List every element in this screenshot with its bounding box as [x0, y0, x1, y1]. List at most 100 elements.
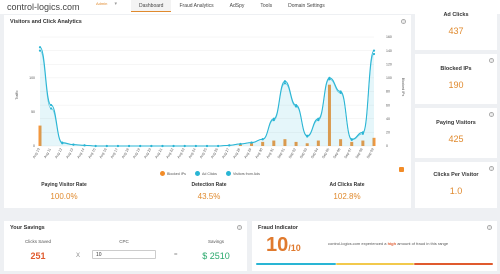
data-point: [50, 104, 53, 107]
legend-label: Ad Clicks: [201, 171, 217, 176]
left-axis-title: Traffic: [15, 90, 19, 100]
data-point: [172, 144, 175, 148]
data-point: [38, 46, 42, 49]
nav-item-adspy[interactable]: AdSpy: [222, 0, 253, 12]
legend-dot: [225, 171, 231, 176]
x-tick-label: Aug 26: [210, 147, 219, 159]
data-point: [161, 144, 164, 148]
right-tick-label: 120: [386, 62, 392, 66]
data-point: [105, 144, 108, 148]
stat-label: Paying Visitor Rate: [41, 182, 87, 188]
help-icon[interactable]: ?: [489, 166, 494, 171]
x-tick-label: Sep 05: [321, 147, 330, 159]
fraud-score-max: /10: [288, 243, 301, 253]
data-point: [283, 82, 287, 85]
x-tick-label: Sep 09: [366, 147, 375, 159]
legend-label: Blocked IPs: [167, 171, 186, 176]
data-point: [61, 142, 64, 145]
x-tick-label: Aug 22: [165, 147, 174, 159]
help-icon[interactable]: ?: [487, 225, 492, 230]
right-tick-label: 40: [386, 117, 390, 121]
nav-item-fraud-analytics[interactable]: Fraud Analytics: [171, 0, 221, 12]
multiply-sign: X: [76, 253, 81, 259]
nav-item-tools[interactable]: Tools: [252, 0, 280, 12]
data-point: [217, 144, 220, 148]
legend-item[interactable]: Visitors from Ads: [225, 171, 260, 176]
data-point: [328, 78, 331, 81]
stat-value: 100.0%: [50, 192, 78, 201]
legend-item[interactable]: Blocked IPs: [160, 171, 186, 176]
data-point: [372, 52, 376, 56]
side-card-value: 1.0: [449, 186, 463, 196]
x-tick-label: Sep 04: [310, 147, 319, 159]
right-tick-label: 80: [386, 90, 390, 94]
stat-label: Ad Clicks Rate: [329, 182, 365, 188]
clicks-saved-label: Clicks Saved: [24, 239, 51, 244]
paying-visitors-card: ? Paying Visitors 425: [415, 108, 497, 158]
x-tick-label: Aug 29: [243, 147, 252, 159]
data-point: [139, 144, 142, 148]
help-icon[interactable]: ?: [237, 225, 242, 230]
x-tick-label: Sep 03: [299, 147, 308, 159]
cpc-input[interactable]: [92, 250, 156, 259]
data-point: [194, 144, 197, 148]
clicks-per-visitor-card: ? Clicks Per Visitor 1.0: [415, 162, 497, 208]
x-tick-label: Aug 17: [110, 147, 119, 159]
data-point: [38, 49, 42, 52]
fraud-text-suffix: amount of fraud in this range: [397, 241, 449, 246]
detection-rate: Detection Rate 43.5%: [159, 182, 259, 201]
fraud-indicator-card: Fraud Indicator ? 10/10 control-logics.c…: [252, 221, 497, 271]
left-tick-label: 0: [33, 144, 35, 148]
blocked-ips-card: ? Blocked IPs 190: [415, 54, 497, 104]
right-tick-label: 20: [386, 131, 390, 135]
x-tick-label: Aug 12: [54, 147, 63, 159]
x-tick-label: Aug 27: [221, 147, 230, 159]
analytics-card: Visitors and Click Analytics ? 0 20 40 60 80…: [4, 15, 411, 208]
nav-item-dashboard[interactable]: Dashboard: [131, 0, 172, 12]
brand-logo[interactable]: control-logics.com: [7, 2, 80, 12]
main-nav: Dashboard Fraud Analytics AdSpy Tools Domain…: [131, 0, 333, 12]
right-tick-label: 60: [386, 103, 390, 107]
x-tick-label: Sep 06: [332, 147, 341, 159]
chart-legend: Blocked IPs Ad Clicks Visitors from Ads: [160, 171, 269, 176]
data-point: [272, 119, 275, 122]
ad-clicks-rate: Ad Clicks Rate 102.8%: [297, 182, 397, 201]
left-tick-label: 50: [31, 110, 35, 114]
nav-item-domain-settings[interactable]: Domain Settings: [280, 0, 333, 12]
side-card-label: Paying Visitors: [436, 120, 476, 126]
fraud-gauge-high: [414, 263, 493, 265]
cpc-label: CPC: [119, 239, 129, 244]
data-point: [228, 144, 231, 147]
legend-label: Visitors from Ads: [232, 171, 260, 176]
help-icon[interactable]: ?: [489, 58, 494, 63]
equals-sign: =: [174, 252, 178, 258]
fraud-text-highlight: high: [387, 241, 397, 246]
data-point: [116, 144, 120, 148]
site-selector-label: Admin: [96, 1, 108, 6]
data-point: [239, 142, 242, 146]
side-card-value: 437: [448, 26, 464, 36]
x-tick-label: Aug 28: [232, 147, 241, 159]
data-point: [183, 144, 186, 148]
x-tick-label: Sep 07: [344, 147, 353, 159]
data-point: [83, 144, 86, 147]
left-tick-label: 100: [29, 76, 35, 80]
data-point: [283, 80, 287, 83]
data-point: [72, 143, 75, 146]
fraud-score: 10/10: [266, 234, 301, 257]
help-icon[interactable]: ?: [489, 112, 494, 117]
analytics-chart: 0 20 40 60 80 100 120 140 160 0 50 100 Traffic Blocke…: [15, 35, 405, 159]
legend-dot: [160, 171, 165, 176]
export-icon[interactable]: [399, 167, 404, 172]
fraud-text-prefix: control-logics.com experienced a: [328, 241, 387, 246]
site-selector[interactable]: Admin ▾: [96, 1, 117, 7]
right-axis-title: Blocked IPs: [401, 78, 405, 97]
legend-item[interactable]: Ad Clicks: [194, 171, 217, 176]
x-tick-label: Aug 23: [177, 147, 186, 159]
paying-visitor-rate: Paying Visitor Rate 100.0%: [14, 182, 114, 201]
savings-value: $ 2510: [202, 251, 230, 261]
fraud-title: Fraud Indicator: [258, 225, 299, 231]
data-point: [294, 105, 298, 108]
ad-clicks-card: Ad Clicks 437: [415, 0, 497, 50]
x-tick-label: Aug 15: [88, 147, 97, 159]
